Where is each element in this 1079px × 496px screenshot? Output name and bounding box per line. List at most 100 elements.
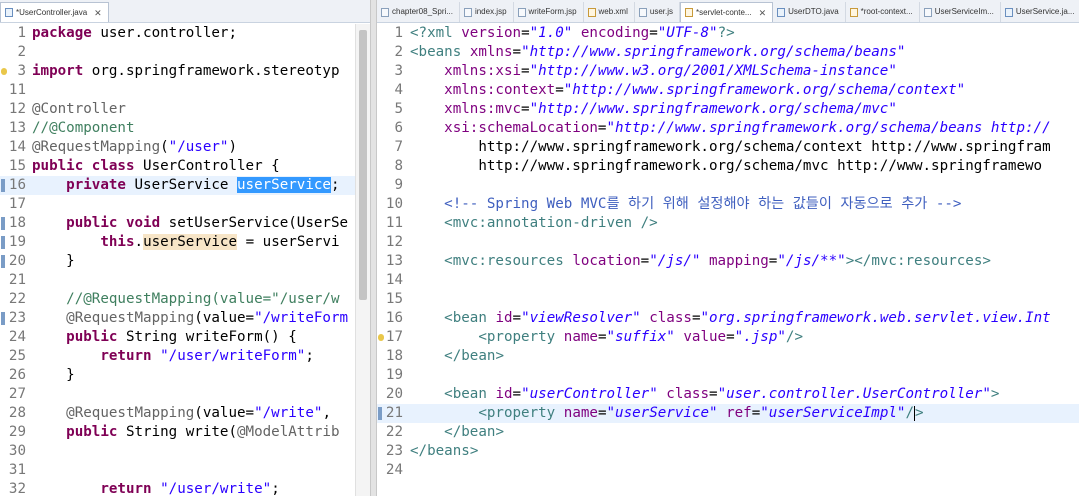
editor-tab[interactable]: *root-context... — [846, 2, 920, 22]
java-code-line[interactable]: 13 //@Component — [0, 119, 370, 138]
java-code-line[interactable]: 26 } — [0, 366, 370, 385]
xml-code-line[interactable]: 17 <property name="suffix" value=".jsp"/… — [377, 328, 1079, 347]
editor-tab[interactable]: chapter08_Spri... — [377, 2, 460, 22]
editor-tab[interactable]: index.jsp — [460, 2, 514, 22]
code-text: http://www.springframework.org/schema/mv… — [410, 158, 1043, 174]
code-text: xsi:schemaLocation="http://www.springfra… — [444, 120, 1051, 136]
java-code-line[interactable]: 12 @Controller — [0, 100, 370, 119]
xml-code-line[interactable]: 24 — [377, 461, 1079, 480]
xml-code-line[interactable]: 9 — [377, 176, 1079, 195]
line-number: 8 — [394, 158, 403, 174]
line-number: 13 — [8, 120, 26, 136]
code-text: public void setUserService(UserSe — [66, 215, 349, 231]
xml-code-line[interactable]: 20 <bean id="userController" class="user… — [377, 385, 1079, 404]
java-code-line[interactable]: 1 package user.controller; — [0, 24, 370, 43]
line-number: 14 — [385, 272, 403, 288]
xml-code-line[interactable]: 4 xmlns:context="http://www.springframew… — [377, 81, 1079, 100]
xml-code-line[interactable]: 8 http://www.springframework.org/schema/… — [377, 157, 1079, 176]
xml-code-line[interactable]: 16 <bean id="viewResolver" class="org.sp… — [377, 309, 1079, 328]
code-text: @RequestMapping(value="/writeForm — [66, 310, 349, 326]
code-text: package user.controller; — [32, 25, 238, 41]
java-code-line[interactable]: 15 public class UserController { — [0, 157, 370, 176]
java-code-line[interactable]: 19 this.userService = userServi — [0, 233, 370, 252]
java-code-line[interactable]: 31 — [0, 461, 370, 480]
xml-code-line[interactable]: 11 <mvc:annotation-driven /> — [377, 214, 1079, 233]
java-code-line[interactable]: 17 — [0, 195, 370, 214]
line-number: 1 — [17, 25, 26, 41]
close-icon[interactable]: ✕ — [94, 3, 102, 23]
java-code-line[interactable]: 28 @RequestMapping(value="/write", — [0, 404, 370, 423]
java-code-line[interactable]: 3 import org.springframework.stereotyp — [0, 62, 370, 81]
java-code-line[interactable]: 23 @RequestMapping(value="/writeForm — [0, 309, 370, 328]
java-code-line[interactable]: 29 public String write(@ModelAttrib — [0, 423, 370, 442]
line-number: 11 — [8, 82, 26, 98]
line-number: 20 — [385, 386, 403, 402]
file-icon — [777, 7, 786, 17]
line-number: 5 — [394, 101, 403, 117]
xml-code-line[interactable]: 13 <mvc:resources location="/js/" mappin… — [377, 252, 1079, 271]
xml-code-line[interactable]: 22 </bean> — [377, 423, 1079, 442]
xml-code-line[interactable]: 23 </beans> — [377, 442, 1079, 461]
xml-code-line[interactable]: 6 xsi:schemaLocation="http://www.springf… — [377, 119, 1079, 138]
scrollbar-thumb[interactable] — [359, 30, 367, 300]
vertical-scrollbar[interactable] — [355, 24, 370, 496]
java-code-line[interactable]: 20 } — [0, 252, 370, 271]
tab-label: UserDTO.java — [788, 7, 839, 16]
editor-tab[interactable]: web.xml — [584, 2, 635, 22]
editor-tab[interactable]: user.js — [635, 2, 680, 22]
xml-code-line[interactable]: 3 xmlns:xsi="http://www.w3.org/2001/XMLS… — [377, 62, 1079, 81]
line-number: 23 — [385, 443, 403, 459]
xml-code-line[interactable]: 1 <?xml version="1.0" encoding="UTF-8"?> — [377, 24, 1079, 43]
line-number: 25 — [8, 348, 26, 364]
file-icon — [1004, 7, 1013, 17]
java-code-line[interactable]: 24 public String writeForm() { — [0, 328, 370, 347]
code-text: xmlns:context="http://www.springframewor… — [444, 82, 966, 98]
xml-code-line[interactable]: 10 <!-- Spring Web MVC를 하기 위해 설정해야 하는 값들… — [377, 195, 1079, 214]
xml-code-line[interactable]: 18 </bean> — [377, 347, 1079, 366]
java-code-line[interactable]: 18 public void setUserService(UserSe — [0, 214, 370, 233]
xml-code-line[interactable]: 2 <beans xmlns="http://www.springframewor… — [377, 43, 1079, 62]
left-tab-bar: *UserController.java ✕ — [0, 0, 370, 23]
java-code-line[interactable]: 30 — [0, 442, 370, 461]
close-icon[interactable]: ✕ — [759, 3, 767, 23]
editor-tab[interactable]: writeForm.jsp — [514, 2, 584, 22]
xml-code-line[interactable]: 19 — [377, 366, 1079, 385]
java-code-line[interactable]: 2 — [0, 43, 370, 62]
code-text: <bean id="userController" class="user.co… — [444, 386, 1000, 402]
java-code-line[interactable]: 32 return "/user/write"; — [0, 480, 370, 496]
editor-tab[interactable]: UserService.ja... — [1001, 2, 1079, 22]
xml-editor-pane[interactable]: chapter08_Spri... index.jsp writeForm.jsp w… — [377, 0, 1079, 496]
java-code-line[interactable]: 25 return "/user/writeForm"; — [0, 347, 370, 366]
code-text: <property name="suffix" value=".jsp"/> — [478, 329, 803, 345]
java-code-line[interactable]: 14 @RequestMapping("/user") — [0, 138, 370, 157]
editor-tab[interactable]: UserDTO.java — [773, 2, 846, 22]
xml-code-line[interactable]: 14 — [377, 271, 1079, 290]
code-text: <bean id="viewResolver" class="org.sprin… — [444, 310, 1051, 326]
java-code-area[interactable]: 1 package user.controller; 2 3 import org.sp… — [0, 24, 370, 496]
line-number: 16 — [8, 177, 26, 193]
editor-tab[interactable]: UserServiceIm... — [920, 2, 1001, 22]
xml-code-area[interactable]: 1 <?xml version="1.0" encoding="UTF-8"?> 2… — [377, 24, 1079, 496]
java-code-line[interactable]: 11 — [0, 81, 370, 100]
xml-code-line[interactable]: 15 — [377, 290, 1079, 309]
line-number: 7 — [394, 139, 403, 155]
line-number: 24 — [8, 329, 26, 345]
xml-code-line[interactable]: 12 — [377, 233, 1079, 252]
java-code-line[interactable]: 22 //@RequestMapping(value="/user/w — [0, 290, 370, 309]
tab-usercontroller-java[interactable]: *UserController.java ✕ — [0, 2, 109, 22]
java-code-line[interactable]: 21 — [0, 271, 370, 290]
java-editor-pane[interactable]: *UserController.java ✕ 1 package user.con… — [0, 0, 370, 496]
editor-split-divider[interactable] — [370, 0, 377, 496]
xml-code-line[interactable]: 21 <property name="userService" ref="use… — [377, 404, 1079, 423]
xml-code-line[interactable]: 7 http://www.springframework.org/schema/… — [377, 138, 1079, 157]
line-number: 12 — [385, 234, 403, 250]
editor-tab[interactable]: *servlet-conte... ✕ — [680, 2, 774, 23]
java-code-line[interactable]: 27 — [0, 385, 370, 404]
line-number: 28 — [8, 405, 26, 421]
tab-label: index.jsp — [474, 7, 507, 16]
line-number: 17 — [385, 329, 403, 345]
line-number: 14 — [8, 139, 26, 155]
file-icon — [517, 7, 526, 17]
xml-code-line[interactable]: 5 xmlns:mvc="http://www.springframework.… — [377, 100, 1079, 119]
java-code-line[interactable]: 16 private UserService userService; — [0, 176, 370, 195]
